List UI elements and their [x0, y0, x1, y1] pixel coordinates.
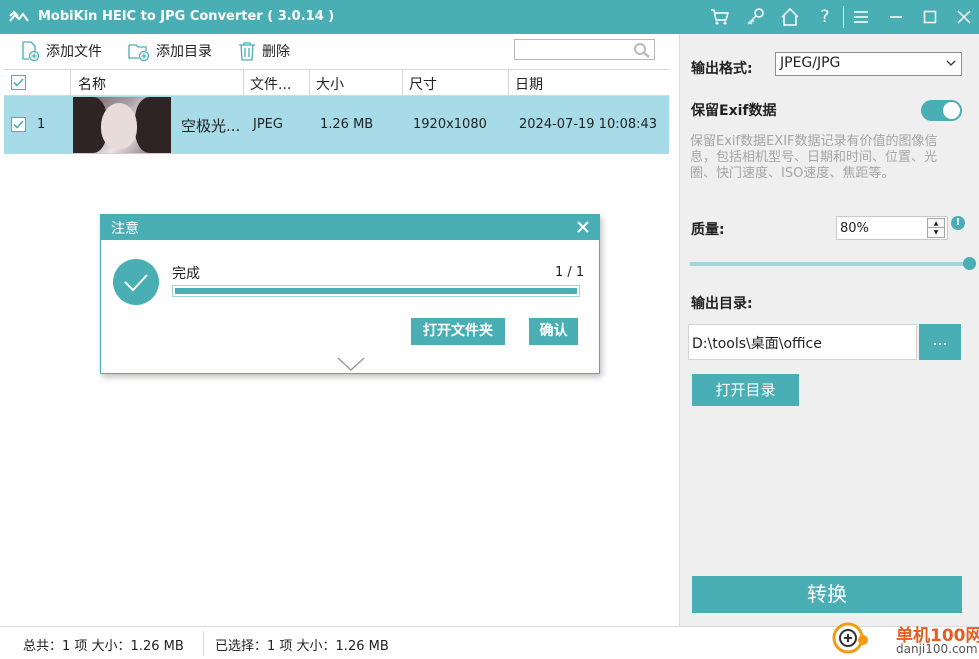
open-dir-button[interactable]: 打开目录	[692, 374, 799, 406]
quality-down-button[interactable]: ▼	[928, 228, 944, 237]
watermark: 单机100网 danji100.com	[830, 618, 979, 659]
title-bar: MobiKin HEIC to JPG Converter ( 3.0.14 )…	[0, 0, 979, 34]
exif-label: 保留Exif数据	[691, 103, 777, 119]
chevron-down-icon	[946, 60, 956, 66]
column-divider	[508, 70, 509, 97]
progress-fill	[175, 288, 577, 294]
settings-panel: 输出格式: JPEG/JPG 保留Exif数据 保留Exif数据EXIF数据记录…	[679, 34, 979, 626]
quality-up-button[interactable]: ▲	[928, 219, 944, 228]
chevron-down-icon[interactable]	[336, 356, 366, 372]
minimize-icon[interactable]	[885, 6, 907, 28]
row-index: 1	[37, 117, 46, 132]
row-dimensions: 1920x1080	[413, 117, 487, 132]
row-date: 2024-07-19 10:08:43	[519, 117, 658, 132]
quality-label: 质量:	[691, 222, 725, 238]
maximize-icon[interactable]	[919, 6, 941, 28]
search-icon[interactable]	[633, 42, 651, 58]
quality-stepper[interactable]: 80% ▲ ▼	[836, 216, 948, 240]
column-divider	[309, 70, 310, 97]
help-icon[interactable]: ?	[814, 6, 836, 28]
delete-button[interactable]: 删除	[238, 40, 290, 62]
row-filesize: 1.26 MB	[320, 117, 374, 132]
dialog-title-bar: 注意	[101, 215, 599, 240]
dialog-counter: 1 / 1	[555, 265, 585, 280]
output-format-value: JPEG/JPG	[780, 55, 841, 71]
close-icon[interactable]	[575, 219, 591, 235]
search-input[interactable]	[514, 39, 655, 60]
column-date[interactable]: 日期	[515, 74, 543, 94]
column-type[interactable]: 文件...	[250, 74, 291, 94]
status-total: 总共：1 项 大小：1.26 MB	[23, 639, 184, 654]
progress-bar	[172, 285, 580, 297]
add-file-label: 添加文件	[46, 44, 102, 60]
row-checkbox[interactable]	[11, 117, 26, 132]
exif-toggle[interactable]	[921, 100, 962, 121]
info-icon[interactable]: !	[951, 216, 965, 230]
add-folder-button[interactable]: 添加目录	[128, 40, 212, 62]
quality-slider[interactable]	[690, 257, 976, 270]
add-folder-icon	[128, 44, 150, 61]
convert-button[interactable]: 转换	[692, 576, 962, 613]
cart-icon[interactable]	[709, 6, 731, 28]
image-thumbnail	[73, 97, 171, 153]
column-name[interactable]: 名称	[78, 74, 106, 94]
trash-icon	[239, 42, 255, 61]
column-dimensions[interactable]: 尺寸	[409, 74, 437, 94]
row-filename: 空极光...	[181, 117, 241, 135]
success-icon	[113, 259, 159, 305]
open-folder-button[interactable]: 打开文件夹	[411, 318, 505, 345]
titlebar-divider	[843, 6, 844, 28]
row-filetype: JPEG	[253, 117, 283, 132]
column-size[interactable]: 大小	[316, 74, 344, 94]
menu-icon[interactable]	[850, 6, 872, 28]
completion-dialog: 注意 完成 1 / 1 打开文件夹 确认	[100, 214, 600, 374]
watermark-site-url: danji100.com	[896, 642, 978, 656]
column-divider	[243, 70, 244, 97]
dialog-message: 完成	[172, 266, 200, 282]
home-icon[interactable]	[779, 6, 801, 28]
file-table-header: 名称 文件... 大小 尺寸 日期	[4, 69, 669, 97]
select-all-checkbox[interactable]	[11, 75, 26, 90]
slider-handle[interactable]	[963, 257, 976, 270]
output-format-select[interactable]: JPEG/JPG	[775, 52, 962, 76]
confirm-button[interactable]: 确认	[529, 318, 578, 345]
output-format-label: 输出格式:	[691, 61, 753, 77]
app-title: MobiKin HEIC to JPG Converter ( 3.0.14 )	[38, 9, 335, 24]
add-file-icon	[22, 41, 40, 61]
status-selected: 已选择：1 项 大小：1.26 MB	[215, 639, 389, 654]
delete-label: 删除	[262, 44, 290, 60]
add-file-button[interactable]: 添加文件	[20, 40, 102, 62]
quality-value: 80%	[840, 221, 869, 236]
browse-button[interactable]: ...	[919, 324, 961, 360]
table-row[interactable]: 1 空极光... JPEG 1.26 MB 1920x1080 2024-07-…	[4, 96, 669, 154]
column-divider	[70, 70, 71, 97]
column-divider	[402, 70, 403, 97]
exif-description: 保留Exif数据EXIF数据记录有价值的图像信息，包括相机型号、日期和时间、位置…	[690, 134, 938, 181]
app-logo-icon	[9, 10, 29, 22]
output-dir-field[interactable]: D:\tools\桌面\office	[688, 324, 917, 360]
close-icon[interactable]	[953, 6, 975, 28]
watermark-logo	[832, 622, 868, 654]
key-icon[interactable]	[744, 6, 766, 28]
add-folder-label: 添加目录	[156, 44, 212, 60]
output-dir-label: 输出目录:	[691, 296, 753, 312]
dialog-title: 注意	[111, 221, 139, 237]
